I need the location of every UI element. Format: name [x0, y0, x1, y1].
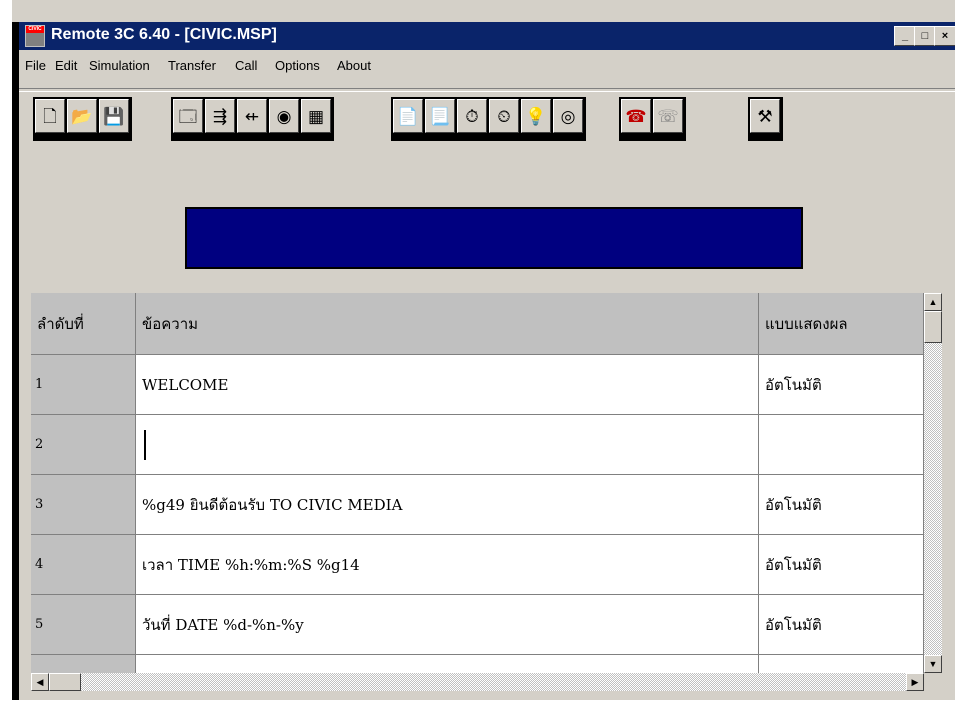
toolbar-tools-group: ⚒ [748, 97, 783, 141]
message-cell[interactable]: WELCOME [136, 355, 759, 415]
menu-edit[interactable]: Edit [55, 58, 77, 73]
header-display-mode: แบบแสดงผล [759, 293, 924, 355]
message-table: ลำดับที่ ข้อความ แบบแสดงผล 1 WELCOME อัต… [31, 293, 924, 690]
message-cell[interactable]: เวลา TIME %h:%m:%S %g14 [136, 535, 759, 595]
row-number: 5 [31, 595, 136, 655]
scroll-down-button[interactable]: ▼ [924, 655, 942, 673]
toolbar-call-group: ☎ ☏ [619, 97, 686, 141]
app-icon-label: CIVIC [26, 26, 44, 33]
preview-icon[interactable]: ◉ [269, 99, 299, 133]
tools-icon[interactable]: ⚒ [750, 99, 780, 133]
background-strip [12, 0, 955, 22]
row-number: 3 [31, 475, 136, 535]
scroll-right-button[interactable]: ▶ [906, 673, 924, 691]
send-clock-icon[interactable]: ⏱ [457, 99, 487, 133]
window-title: Remote 3C 6.40 - [CIVIC.MSP] [51, 26, 277, 43]
send-page-icon[interactable]: 📄 [393, 99, 423, 133]
save-disk-icon[interactable]: 💾 [99, 99, 129, 133]
toolbar-edit-group: 🗔 ⇶ ⇷ ◉ ▦ [171, 97, 334, 141]
receive-page-icon[interactable]: 📃 [425, 99, 455, 133]
toolbar-transfer-group: 📄 📃 ⏱ ⏲ 💡 ◎ [391, 97, 586, 141]
insert-line-icon[interactable]: ⇶ [205, 99, 235, 133]
new-document-icon[interactable]: 🗋 [35, 99, 65, 133]
toolbar-separator [19, 88, 955, 92]
title-bar[interactable]: CIVIC Remote 3C 6.40 - [CIVIC.MSP] _ □ × [19, 22, 955, 50]
message-cell[interactable]: วันที่ DATE %d-%n-%y [136, 595, 759, 655]
minimize-button[interactable]: _ [894, 26, 916, 46]
display-mode-cell[interactable]: อัตโนมัติ [759, 355, 924, 415]
scrollbar-corner [924, 673, 942, 691]
open-folder-icon[interactable]: 📂 [67, 99, 97, 133]
window-frame: CIVIC Remote 3C 6.40 - [CIVIC.MSP] _ □ ×… [12, 0, 955, 700]
menu-options[interactable]: Options [275, 58, 320, 73]
light-bulb-icon[interactable]: 💡 [521, 99, 551, 133]
display-mode-cell[interactable] [759, 415, 924, 475]
vertical-scrollbar[interactable]: ▲ ▼ [924, 293, 942, 673]
menu-bar: File Edit Simulation Transfer Call Optio… [19, 50, 955, 80]
display-mode-cell[interactable]: อัตโนมัติ [759, 475, 924, 535]
menu-file[interactable]: File [25, 58, 46, 73]
hangup-phone-icon[interactable]: ☏ [653, 99, 683, 133]
graphics-icon[interactable]: ▦ [301, 99, 331, 133]
row-number: 1 [31, 355, 136, 415]
horizontal-scroll-thumb[interactable] [49, 673, 81, 691]
scroll-up-button[interactable]: ▲ [924, 293, 942, 311]
menu-call[interactable]: Call [235, 58, 257, 73]
disc-icon[interactable]: ◎ [553, 99, 583, 133]
header-message: ข้อความ [136, 293, 759, 355]
horizontal-scrollbar[interactable]: ◀ ▶ [31, 673, 924, 691]
message-cell[interactable]: %g49 ยินดีต้อนรับ TO CIVIC MEDIA [136, 475, 759, 535]
maximize-button[interactable]: □ [914, 26, 936, 46]
dial-phone-icon[interactable]: ☎ [621, 99, 651, 133]
delete-line-icon[interactable]: ⇷ [237, 99, 267, 133]
text-cursor [144, 429, 146, 460]
app-icon[interactable]: CIVIC [25, 25, 45, 47]
display-mode-cell[interactable]: อัตโนมัติ [759, 535, 924, 595]
menu-about[interactable]: About [337, 58, 371, 73]
scroll-left-button[interactable]: ◀ [31, 673, 49, 691]
close-button[interactable]: × [934, 26, 955, 46]
menu-transfer[interactable]: Transfer [168, 58, 216, 73]
properties-icon[interactable]: 🗔 [173, 99, 203, 133]
message-cell-editing[interactable] [136, 415, 759, 475]
led-display-panel [185, 207, 803, 269]
row-number: 4 [31, 535, 136, 595]
display-mode-cell[interactable]: อัตโนมัติ [759, 595, 924, 655]
row-number: 2 [31, 415, 136, 475]
main-area: 🗋 📂 💾 🗔 ⇶ ⇷ ◉ ▦ 📄 📃 ⏱ ⏲ 💡 ◎ ☎ ☏ ⚒ ลำดับท… [19, 80, 955, 700]
menu-simulation[interactable]: Simulation [89, 58, 150, 73]
toolbar-file-group: 🗋 📂 💾 [33, 97, 132, 141]
header-number: ลำดับที่ [31, 293, 136, 355]
vertical-scroll-thumb[interactable] [924, 311, 942, 343]
receive-clock-icon[interactable]: ⏲ [489, 99, 519, 133]
